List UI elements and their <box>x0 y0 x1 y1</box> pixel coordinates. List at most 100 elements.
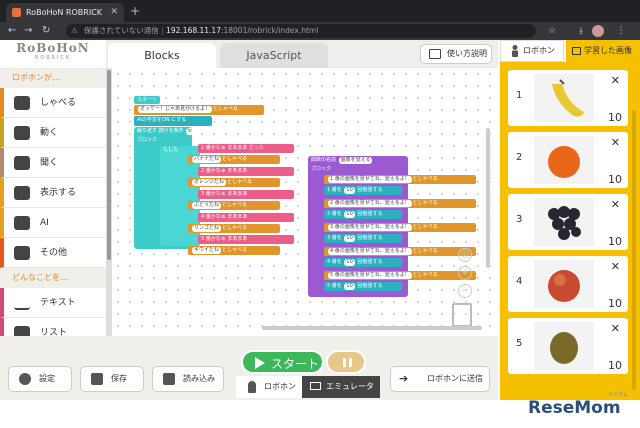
tab-robohon[interactable]: ロボホン <box>500 40 564 62</box>
monitor-icon <box>310 382 321 390</box>
save-button[interactable]: 保存 <box>80 366 144 392</box>
times-chip[interactable]: 10 <box>344 283 355 290</box>
send-to-robohon-button[interactable]: ➔ ロボホンに送信 <box>390 366 490 392</box>
card-delete-icon[interactable]: ✕ <box>611 198 620 211</box>
mode-robohon[interactable]: ロボホン <box>236 376 302 398</box>
browser-tab[interactable]: RoBoHoN ROBRICK ✕ <box>6 3 124 22</box>
card-delete-icon[interactable]: ✕ <box>611 74 620 87</box>
ai-on-block[interactable]: AIの学習をON にする <box>134 116 212 126</box>
sidebar-item-ai[interactable]: AI <box>0 208 106 238</box>
blocks-workspace[interactable]: スタート オッケー！じゃあ見分けるよ！ としゃべる AIの学習をON にする 繰り… <box>112 68 498 336</box>
fruit-chip[interactable]: キウイだね <box>192 247 222 254</box>
reload-icon[interactable]: ↻ <box>42 24 50 38</box>
func-speak-5[interactable]: 5 番の画像を見せてね。覚えるよ！ としゃべる <box>324 271 476 280</box>
tab-close-icon[interactable]: ✕ <box>110 3 118 22</box>
zoom-reset-icon[interactable]: ◎ <box>458 248 472 262</box>
card-delete-icon[interactable]: ✕ <box>611 322 620 335</box>
show-chip[interactable]: 4 番の画像を見せてね。覚えるよ！ <box>328 248 412 255</box>
pause-button[interactable] <box>326 350 366 374</box>
tab-javascript[interactable]: JavaScript <box>220 43 328 68</box>
menu-icon[interactable]: ⋮ <box>614 24 628 38</box>
image-card-5[interactable]: 5 ✕ 10 <box>508 318 628 374</box>
speak-label: としゃべる <box>222 202 248 208</box>
func-learn-5[interactable]: 5 番を 10 回勉強する <box>324 282 402 291</box>
condition-5[interactable]: 5 番かなぁ まあまあ <box>198 235 294 244</box>
times-chip[interactable]: 10 <box>344 187 355 194</box>
condition-4[interactable]: 4 番かなぁ まあまあ <box>198 213 294 222</box>
mode-emulator[interactable]: エミュレータ <box>302 376 380 398</box>
show-chip[interactable]: 3 番の画像を見せてね。覚えるよ！ <box>328 224 412 231</box>
new-tab-icon[interactable]: + <box>130 3 140 19</box>
sidebar-item-label: AI <box>40 218 49 228</box>
help-button[interactable]: 使い方説明 <box>420 44 492 64</box>
func-speak-1[interactable]: 1 番の画像を見せてね。覚えるよ！ としゃべる <box>324 175 476 184</box>
fruit-chip[interactable]: ぶどうだね <box>192 202 222 209</box>
condition-3[interactable]: 3 番かなぁ まあまあ <box>198 190 294 199</box>
image-card-2[interactable]: 2 ✕ 10 <box>508 132 628 188</box>
zoom-in-icon[interactable]: + <box>458 266 472 280</box>
card-count: 10 <box>608 173 622 186</box>
func-name-chip[interactable]: 画像を覚える <box>338 157 373 164</box>
speak-grape[interactable]: ぶどうだね としゃべる <box>188 201 280 210</box>
tab-learned-images[interactable]: 学習した画像 <box>566 40 640 62</box>
times-chip[interactable]: 10 <box>344 211 355 218</box>
speak-text[interactable]: オッケー！じゃあ見分けるよ！ <box>138 106 213 113</box>
start-button[interactable]: スタート <box>241 350 324 374</box>
sidebar-item-text[interactable]: テキスト <box>0 288 106 318</box>
true-chip[interactable]: true <box>186 128 192 135</box>
image-card-1[interactable]: 1 ✕ 10 <box>508 70 628 126</box>
sidebar-item-list[interactable]: リスト <box>0 318 106 336</box>
forward-icon[interactable]: → <box>24 24 32 38</box>
func-name-label: 関数の名前 <box>311 157 337 163</box>
sidebar-item-speak[interactable]: しゃべる <box>0 88 106 118</box>
condition-2[interactable]: 2 番かなぁ まあまあ <box>198 167 294 176</box>
times-chip[interactable]: 10 <box>344 259 355 266</box>
show-chip[interactable]: 2 番の画像を見せてね。覚えるよ！ <box>328 200 412 207</box>
func-learn-2[interactable]: 2 番を 10 回勉強する <box>324 210 402 219</box>
sidebar-item-label: リスト <box>40 328 68 336</box>
card-delete-icon[interactable]: ✕ <box>611 260 620 273</box>
fruit-chip[interactable]: オレンジだね <box>192 179 227 186</box>
workspace-vscroll[interactable] <box>486 128 490 268</box>
trash-icon[interactable] <box>452 303 472 327</box>
watermark-caption: ヤマタム <box>608 392 629 398</box>
fruit-chip[interactable]: バナナだね <box>192 156 222 163</box>
star-icon[interactable]: ☆ <box>545 24 559 38</box>
sidebar-item-display[interactable]: 表示する <box>0 178 106 208</box>
sidebar-scroll-thumb[interactable] <box>107 70 111 260</box>
func-speak-2[interactable]: 2 番の画像を見せてね。覚えるよ！ としゃべる <box>324 199 476 208</box>
fruit-chip[interactable]: リンゴだね <box>192 225 222 232</box>
speak-orange[interactable]: オレンジだね としゃべる <box>188 178 280 187</box>
show-chip[interactable]: 5 番の画像を見せてね。覚えるよ！ <box>328 272 412 279</box>
card-number: 2 <box>516 152 523 163</box>
zoom-out-icon[interactable]: − <box>458 284 472 298</box>
times-chip[interactable]: 10 <box>344 235 355 242</box>
image-card-3[interactable]: 3 ✕ 10 <box>508 194 628 250</box>
condition-1[interactable]: 1 番かなぁ まあまあ だった <box>198 144 294 153</box>
tab-blocks[interactable]: Blocks <box>108 43 216 68</box>
settings-button[interactable]: 設定 <box>8 366 72 392</box>
start-block[interactable]: スタート <box>134 96 160 104</box>
func-speak-4[interactable]: 4 番の画像を見せてね。覚えるよ！ としゃべる <box>324 247 476 256</box>
download-icon[interactable]: ⤓ <box>574 24 588 38</box>
show-chip[interactable]: 1 番の画像を見せてね。覚えるよ！ <box>328 176 412 183</box>
func-learn-1[interactable]: 1 番を 10 回勉強する <box>324 186 402 195</box>
func-learn-4[interactable]: 4 番を 10 回勉強する <box>324 258 402 267</box>
right-panel-scrollbar[interactable] <box>632 110 636 390</box>
image-card-4[interactable]: 4 ✕ 10 <box>508 256 628 312</box>
load-button[interactable]: 読み込み <box>152 366 224 392</box>
speak-block[interactable]: オッケー！じゃあ見分けるよ！ としゃべる <box>134 105 264 115</box>
url-field[interactable]: ⚠ 保護されていない通信 | 192.168.11.17:18001/robri… <box>66 24 536 38</box>
sidebar-item-listen[interactable]: 聞く <box>0 148 106 178</box>
card-delete-icon[interactable]: ✕ <box>611 136 620 149</box>
back-icon[interactable]: ← <box>8 24 16 38</box>
sidebar-item-other[interactable]: その他 <box>0 238 106 268</box>
workspace-hscroll[interactable] <box>262 326 482 330</box>
profile-avatar[interactable] <box>592 25 604 37</box>
speak-banana[interactable]: バナナだね としゃべる <box>188 155 280 164</box>
func-speak-3[interactable]: 3 番の画像を見せてね。覚えるよ！ としゃべる <box>324 223 476 232</box>
speak-apple[interactable]: リンゴだね としゃべる <box>188 224 280 233</box>
func-learn-3[interactable]: 3 番を 10 回勉強する <box>324 234 402 243</box>
speak-kiwi[interactable]: キウイだね としゃべる <box>188 246 280 255</box>
sidebar-item-move[interactable]: 動く <box>0 118 106 148</box>
